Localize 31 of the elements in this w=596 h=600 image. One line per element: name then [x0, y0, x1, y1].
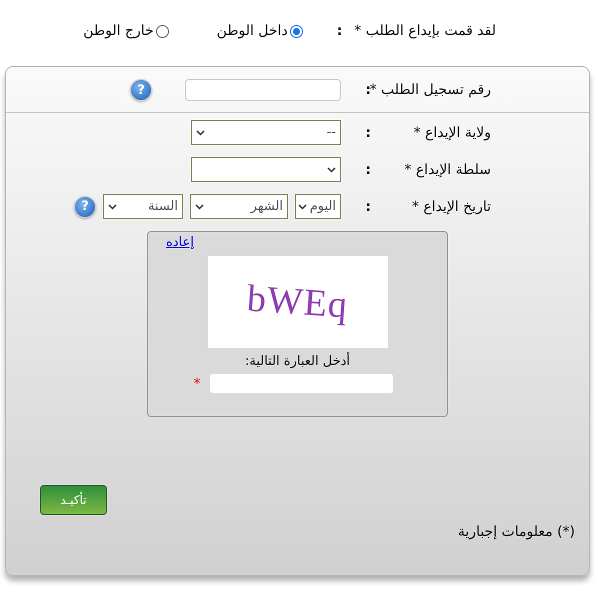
colon: :	[364, 124, 371, 140]
caret-icon	[327, 166, 336, 172]
colon: :	[364, 198, 371, 214]
select-field[interactable]: اليوم	[295, 194, 341, 219]
field-label: تاريخ الإيداع *	[410, 198, 491, 214]
field-label: رقم تسجيل الطلب *	[371, 82, 491, 98]
radio-button[interactable]	[156, 24, 169, 38]
question-label: لقد قمت بإيداع الطلب *	[354, 23, 496, 39]
caret-icon	[108, 204, 117, 210]
radio-option[interactable]: داخل الوطن	[216, 23, 303, 39]
field-label: سلطة الإيداع *	[403, 162, 491, 178]
captcha-image: bWEq	[208, 256, 388, 348]
captcha-prompt: أدخل العبارة التالية:	[244, 354, 350, 369]
footnote: (*) معلومات إجبارية	[458, 524, 575, 540]
colon: :	[364, 82, 371, 98]
select-field[interactable]: --	[191, 120, 341, 145]
colon: :	[364, 162, 371, 178]
radio-button[interactable]	[290, 24, 303, 38]
select-field[interactable]: الشهر	[190, 194, 288, 219]
refresh-link[interactable]: إعاده	[166, 235, 194, 250]
select-field[interactable]	[191, 157, 341, 182]
caret-icon	[298, 204, 307, 210]
caret-icon	[195, 204, 204, 210]
caret-icon	[196, 130, 205, 136]
field-label: ولاية الإيداع *	[412, 124, 491, 140]
radio-option[interactable]: خارج الوطن	[83, 23, 169, 39]
colon: :	[336, 23, 342, 39]
select-field[interactable]: السنة	[103, 194, 183, 219]
required-mark: *	[194, 376, 200, 392]
captcha-input-field[interactable]	[208, 373, 394, 394]
input-field[interactable]	[185, 79, 341, 101]
